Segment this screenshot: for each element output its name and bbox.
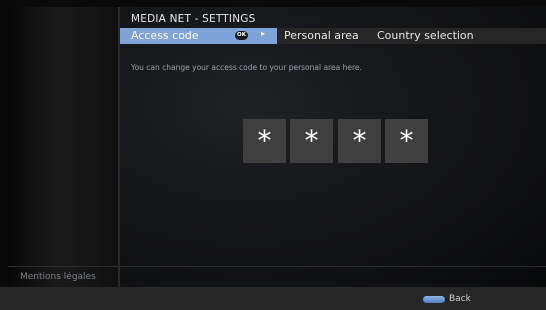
tab-personal-area[interactable]: Personal area bbox=[284, 29, 359, 42]
legal-notice-link[interactable]: Mentions légales bbox=[20, 272, 96, 282]
pin-digit-4[interactable]: * bbox=[385, 119, 428, 163]
right-arrow-icon: ▸ bbox=[261, 29, 266, 38]
pin-digit-2[interactable]: * bbox=[290, 119, 333, 163]
page-title: MEDIA NET - SETTINGS bbox=[131, 13, 256, 25]
ok-key-icon: OK bbox=[235, 31, 248, 40]
divider bbox=[120, 266, 546, 267]
sidebar: Mentions légales bbox=[8, 7, 120, 287]
tab-access-code-label: Access code bbox=[131, 29, 199, 42]
tab-country-selection[interactable]: Country selection bbox=[377, 29, 474, 42]
description-text: You can change your access code to your … bbox=[131, 63, 362, 72]
sidebar-footer: Mentions légales bbox=[8, 266, 118, 288]
screen: Mentions légales MEDIA NET - SETTINGS Ac… bbox=[0, 0, 546, 310]
back-label[interactable]: Back bbox=[449, 294, 471, 304]
pin-digit-3[interactable]: * bbox=[338, 119, 381, 163]
pin-digit-1[interactable]: * bbox=[243, 119, 286, 163]
tab-access-code[interactable]: Access code OK ▸ bbox=[120, 28, 277, 44]
main-panel bbox=[120, 7, 546, 287]
back-key-icon[interactable] bbox=[423, 296, 445, 303]
